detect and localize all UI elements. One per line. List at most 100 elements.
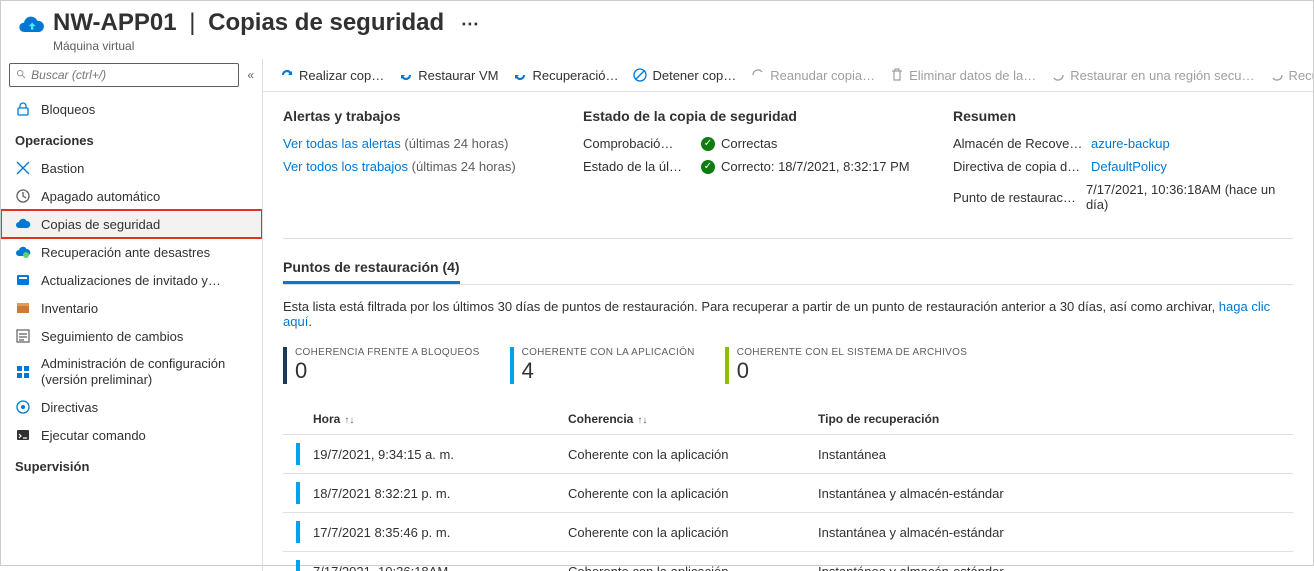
- sidebar-section-supervision: Supervisión: [1, 449, 262, 480]
- col-coh-header[interactable]: Coherencia↑↓: [568, 412, 788, 426]
- row-coherence: Coherente con la aplicación: [568, 447, 788, 462]
- collapse-sidebar-icon[interactable]: «: [247, 68, 254, 82]
- counter-crash[interactable]: COHERENCIA FRENTE A BLOQUEOS 0: [283, 347, 480, 384]
- counter-fs[interactable]: COHERENTE CON EL SISTEMA DE ARCHIVOS 0: [725, 347, 967, 384]
- sidebar-item-copias-seguridad[interactable]: Copias de seguridad: [1, 210, 262, 238]
- row-coherence: Coherente con la aplicación: [568, 486, 788, 501]
- cloud-backup-icon: [17, 11, 45, 39]
- sidebar: « Bloqueos Operaciones Bastion Apagado a…: [1, 59, 263, 571]
- vault-key: Almacén de Recove…: [953, 136, 1083, 151]
- config-icon: [15, 364, 31, 380]
- row-type: Instantánea y almacén-estándar: [818, 525, 1293, 540]
- lock-icon: [15, 101, 31, 117]
- table-row[interactable]: 17/7/2021 8:35:46 p. m. Coherente con la …: [283, 512, 1293, 551]
- consistency-indicator: [296, 443, 300, 465]
- undo-icon: [512, 67, 528, 83]
- table-row[interactable]: 18/7/2021 8:32:21 p. m. Coherente con la …: [283, 473, 1293, 512]
- table-row[interactable]: 19/7/2021, 9:34:15 a. m. Coherente con la…: [283, 434, 1293, 473]
- sidebar-item-label: Inventario: [41, 301, 98, 316]
- row-time: 19/7/2021, 9:34:15 a. m.: [313, 447, 538, 462]
- row-time: 7/17/2021, 10:36:18AM: [313, 564, 538, 571]
- policy-key: Directiva de copia d…: [953, 159, 1083, 174]
- undo-icon: [1269, 67, 1285, 83]
- clock-icon: [15, 188, 31, 204]
- disaster-recovery-icon: [15, 244, 31, 260]
- sidebar-item-ejecutar[interactable]: Ejecutar comando: [1, 421, 262, 449]
- toolbar: Realizar cop… Restaurar VM Recuperació… …: [263, 59, 1313, 92]
- sidebar-item-label: Actualizaciones de invitado y…: [41, 273, 221, 288]
- sidebar-item-config[interactable]: Administración de configuración (versión…: [1, 350, 262, 393]
- policy-link[interactable]: DefaultPolicy: [1091, 159, 1167, 174]
- sidebar-section-operaciones: Operaciones: [1, 123, 262, 154]
- stop-icon: [632, 67, 648, 83]
- jobs-suffix: (últimas 24 horas): [412, 159, 516, 174]
- sidebar-item-bloqueos[interactable]: Bloqueos: [1, 95, 262, 123]
- search-input[interactable]: [31, 68, 232, 82]
- stop-backup-button[interactable]: Detener cop…: [632, 67, 736, 83]
- bastion-icon: [15, 160, 31, 176]
- col-type-header[interactable]: Tipo de recuperación: [818, 412, 1293, 426]
- delete-backup-button: Eliminar datos de la…: [889, 67, 1036, 83]
- undo-icon: [1050, 67, 1066, 83]
- table-row[interactable]: 7/17/2021, 10:36:18AM Coherente con la ap…: [283, 551, 1293, 571]
- row-time: 17/7/2021 8:35:46 p. m.: [313, 525, 538, 540]
- more-menu-icon[interactable]: ⋯: [461, 14, 479, 34]
- undo-icon: [398, 67, 414, 83]
- resource-name: NW-APP01: [53, 9, 177, 36]
- trash-icon: [889, 67, 905, 83]
- changes-icon: [15, 328, 31, 344]
- sidebar-search[interactable]: [9, 63, 239, 87]
- resume-backup-button: Reanudar copia…: [750, 67, 875, 83]
- success-icon: ✓: [701, 160, 715, 174]
- rp-key: Punto de restauració…: [953, 190, 1078, 205]
- rp-value: 7/17/2021, 10:36:18AM (hace un día): [1086, 182, 1293, 212]
- row-type: Instantánea y almacén-estándar: [818, 564, 1293, 571]
- resume-icon: [750, 67, 766, 83]
- sidebar-item-label: Bastion: [41, 161, 84, 176]
- view-all-jobs-link[interactable]: Ver todos los trabajos: [283, 159, 408, 174]
- recovery-button[interactable]: Recuperació…: [512, 67, 618, 83]
- sidebar-item-label: Copias de seguridad: [41, 217, 160, 232]
- sidebar-item-label: Seguimiento de cambios: [41, 329, 183, 344]
- alerts-suffix: (últimas 24 horas): [404, 136, 508, 151]
- row-coherence: Coherente con la aplicación: [568, 525, 788, 540]
- row-type: Instantánea y almacén-estándar: [818, 486, 1293, 501]
- sidebar-item-label: Directivas: [41, 400, 98, 415]
- col-time-header[interactable]: Hora↑↓: [313, 412, 538, 426]
- restore-region-button: Restaurar en una región secu…: [1050, 67, 1254, 83]
- recover-button: Recuperar: [1269, 67, 1313, 83]
- filter-note: Esta lista está filtrada por los últimos…: [283, 299, 1293, 329]
- sidebar-nav: Bloqueos Operaciones Bastion Apagado aut…: [1, 91, 262, 571]
- vault-link[interactable]: azure-backup: [1091, 136, 1170, 151]
- summary-heading: Resumen: [953, 108, 1293, 124]
- inventory-icon: [15, 300, 31, 316]
- row-coherence: Coherente con la aplicación: [568, 564, 788, 571]
- alerts-heading: Alertas y trabajos: [283, 108, 543, 124]
- counter-app[interactable]: COHERENTE CON LA APLICACIÓN 4: [510, 347, 695, 384]
- updates-icon: [15, 272, 31, 288]
- restore-points-tab[interactable]: Puntos de restauración (4): [283, 259, 460, 284]
- sidebar-item-label: Bloqueos: [41, 102, 95, 117]
- search-icon: [16, 69, 27, 81]
- sidebar-item-inventario[interactable]: Inventario: [1, 294, 262, 322]
- consistency-indicator: [296, 521, 300, 543]
- sidebar-item-label: Recuperación ante desastres: [41, 245, 210, 260]
- sidebar-item-updates[interactable]: Actualizaciones de invitado y…: [1, 266, 262, 294]
- resource-type-label: Máquina virtual: [53, 39, 479, 53]
- blade-title: Copias de seguridad: [208, 9, 444, 36]
- row-type: Instantánea: [818, 447, 1293, 462]
- view-all-alerts-link[interactable]: Ver todas las alertas: [283, 136, 401, 151]
- backup-now-icon: [279, 67, 295, 83]
- consistency-indicator: [296, 482, 300, 504]
- sidebar-item-apagado[interactable]: Apagado automático: [1, 182, 262, 210]
- restore-vm-button[interactable]: Restaurar VM: [398, 67, 498, 83]
- row-time: 18/7/2021 8:32:21 p. m.: [313, 486, 538, 501]
- success-icon: ✓: [701, 137, 715, 151]
- backup-now-button[interactable]: Realizar cop…: [279, 67, 384, 83]
- sidebar-item-dr[interactable]: Recuperación ante desastres: [1, 238, 262, 266]
- check-value: Correctas: [721, 136, 777, 151]
- sidebar-item-label: Apagado automático: [41, 189, 160, 204]
- sidebar-item-bastion[interactable]: Bastion: [1, 154, 262, 182]
- sidebar-item-seguimiento[interactable]: Seguimiento de cambios: [1, 322, 262, 350]
- sidebar-item-directivas[interactable]: Directivas: [1, 393, 262, 421]
